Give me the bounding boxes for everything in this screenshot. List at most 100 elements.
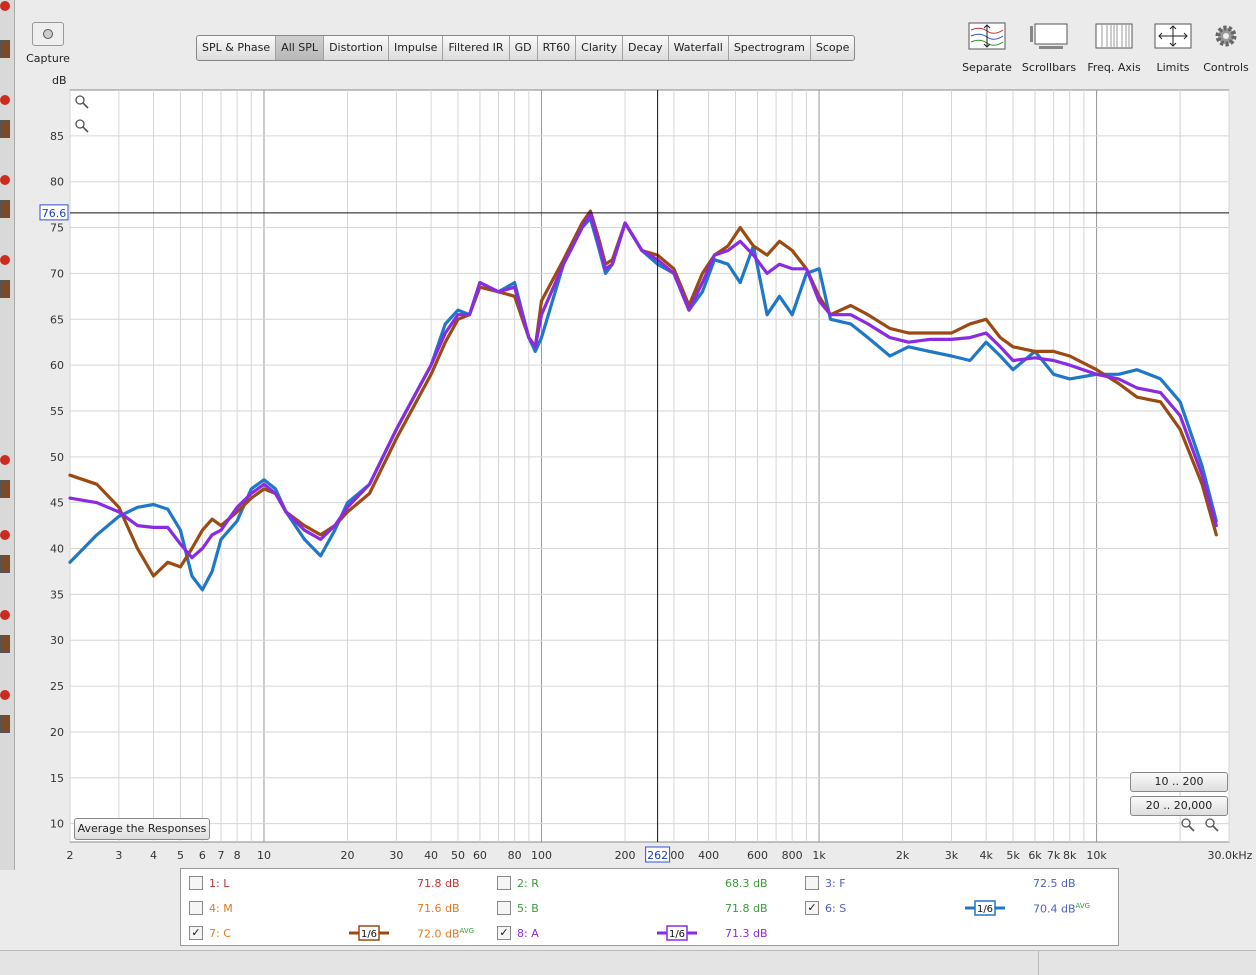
graph-tabs: SPL & Phase All SPL Distortion Impulse Filte… [196, 35, 856, 61]
scrollbars-button[interactable]: Scrollbars [1020, 22, 1078, 74]
x-tick-label: 4k [979, 849, 993, 862]
limits-button[interactable]: Limits [1150, 22, 1196, 74]
legend-name: 4: M [209, 902, 233, 915]
tab-spl-phase[interactable]: SPL & Phase [197, 36, 277, 60]
record-icon[interactable] [0, 1, 10, 11]
legend-value: 71.8 dB [725, 902, 768, 915]
x-tick-label: 30 [389, 849, 403, 862]
legend-checkbox[interactable]: ✓ [189, 926, 203, 940]
smoothing-indicator[interactable]: 1/6 [965, 900, 1005, 916]
capture-button[interactable]: Capture [22, 22, 74, 65]
status-bar [0, 950, 1256, 975]
x-tick-label: 30.0kHz [1208, 849, 1253, 862]
legend-value: 70.4 dBAVG [1033, 902, 1090, 916]
tab-decay[interactable]: Decay [623, 36, 669, 60]
tab-scope[interactable]: Scope [811, 36, 855, 60]
legend-value-text: 72.5 dB [1033, 877, 1076, 890]
x-tick-label: 200 [615, 849, 636, 862]
tab-impulse[interactable]: Impulse [389, 36, 444, 60]
y-tick-label: 30 [50, 634, 64, 647]
controls-label: Controls [1203, 61, 1249, 74]
smoothing-label: 1/6 [361, 929, 377, 940]
legend-value-text: 72.0 dB [417, 927, 460, 941]
legend-value-text: 71.6 dB [417, 902, 460, 915]
tab-all-spl[interactable]: All SPL [276, 36, 325, 60]
legend-value: 72.5 dB [1033, 877, 1076, 890]
y-tick-label: 40 [50, 543, 64, 556]
x-tick-label: 60 [473, 849, 487, 862]
x-tick-label: 6k [1028, 849, 1042, 862]
legend-checkbox[interactable] [189, 876, 203, 890]
x-tick-label: 4 [150, 849, 157, 862]
scrollbars-icon [1030, 23, 1068, 49]
legend-name: 7: C [209, 927, 231, 940]
x-tick-label: 8k [1063, 849, 1077, 862]
x-tick-label: 5 [177, 849, 184, 862]
average-responses-button[interactable]: Average the Responses [74, 818, 210, 840]
cursor-y-readout: 76.6 [42, 207, 67, 220]
tab-spectrogram[interactable]: Spectrogram [729, 36, 811, 60]
tab-clarity[interactable]: Clarity [576, 36, 624, 60]
legend-name: 1: L [209, 877, 230, 890]
separate-icon [968, 22, 1006, 50]
y-tick-label: 55 [50, 405, 64, 418]
legend-checkbox[interactable] [805, 876, 819, 890]
legend-checkbox[interactable] [497, 901, 511, 915]
freq-axis-icon [1095, 23, 1133, 49]
x-tick-label: 10 [257, 849, 271, 862]
spl-chart[interactable]: 101520253035404550556065707580852 3 4 5 6 7 8 1… [0, 80, 1256, 870]
freq-axis-label: Freq. Axis [1087, 61, 1141, 74]
legend-panel: 1: L 71.8 dB 2: R 68.3 dB 3: F 72.5 dB 4: M 71.… [180, 868, 1119, 946]
x-tick-label: 50 [451, 849, 465, 862]
x-tick-label: 2k [896, 849, 910, 862]
camera-icon [32, 22, 64, 46]
legend-checkbox[interactable]: ✓ [497, 926, 511, 940]
y-tick-label: 25 [50, 680, 64, 693]
separate-button[interactable]: Separate [960, 22, 1014, 74]
x-tick-label: 5k [1006, 849, 1020, 862]
tab-waterfall[interactable]: Waterfall [669, 36, 729, 60]
y-tick-label: 60 [50, 359, 64, 372]
tab-gd[interactable]: GD [510, 36, 538, 60]
y-tick-label: 80 [50, 176, 64, 189]
legend-value-text: 71.8 dB [417, 877, 460, 890]
legend-value-text: 68.3 dB [725, 877, 768, 890]
cursor-x-readout: 262 [647, 849, 668, 862]
avg-tag: AVG [1075, 902, 1091, 910]
smoothing-indicator[interactable]: 1/6 [657, 925, 697, 941]
y-tick-label: 20 [50, 726, 64, 739]
legend-value: 72.0 dBAVG [417, 927, 474, 941]
y-tick-label: 85 [50, 130, 64, 143]
legend-value: 71.3 dB [725, 927, 768, 940]
y-tick-label: 50 [50, 451, 64, 464]
smoothing-indicator[interactable]: 1/6 [349, 925, 389, 941]
x-tick-label: 2 [67, 849, 74, 862]
legend-value-text: 71.3 dB [725, 927, 768, 940]
legend-name: 5: B [517, 902, 539, 915]
legend-checkbox[interactable] [189, 901, 203, 915]
smoothing-label: 1/6 [669, 929, 685, 940]
tab-filtered-ir[interactable]: Filtered IR [443, 36, 510, 60]
x-tick-label: 7k [1047, 849, 1061, 862]
y-tick-label: 15 [50, 772, 64, 785]
range-10-200-button[interactable]: 10 .. 200 [1130, 772, 1228, 792]
legend-checkbox[interactable] [497, 876, 511, 890]
x-tick-label: 7 [217, 849, 224, 862]
y-tick-label: 70 [50, 267, 64, 280]
tab-rt60[interactable]: RT60 [538, 36, 577, 60]
y-tick-label: 35 [50, 588, 64, 601]
range-20-20000-button[interactable]: 20 .. 20,000 [1130, 796, 1228, 816]
legend-checkbox[interactable]: ✓ [805, 901, 819, 915]
controls-button[interactable]: Controls [1202, 22, 1250, 74]
capture-label: Capture [26, 52, 70, 65]
legend-value-text: 70.4 dB [1033, 902, 1076, 916]
x-tick-label: 20 [341, 849, 355, 862]
freq-axis-button[interactable]: Freq. Axis [1086, 22, 1142, 74]
legend-value-text: 71.8 dB [725, 902, 768, 915]
limits-label: Limits [1156, 61, 1190, 74]
tab-distortion[interactable]: Distortion [324, 36, 389, 60]
y-tick-label: 10 [50, 818, 64, 831]
x-tick-label: 600 [747, 849, 768, 862]
plot-area [69, 89, 1230, 843]
meter-icon [0, 40, 10, 58]
